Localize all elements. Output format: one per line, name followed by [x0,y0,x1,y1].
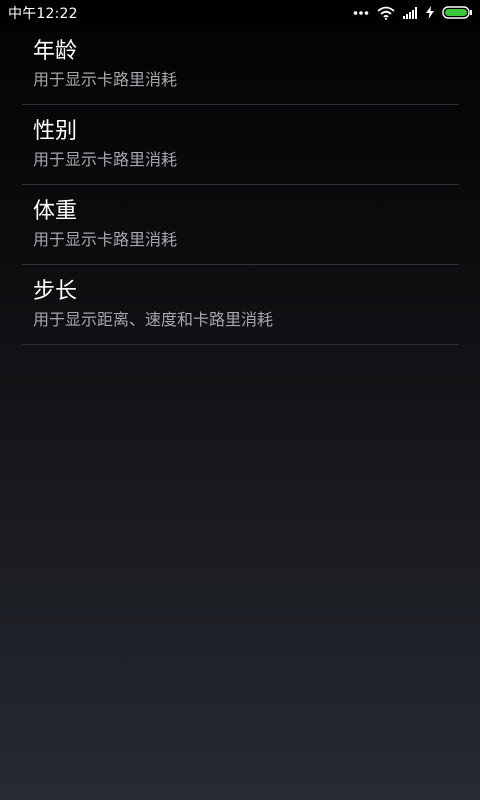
charging-icon [426,6,434,19]
preference-age[interactable]: 年龄 用于显示卡路里消耗 [22,25,459,105]
preference-summary: 用于显示卡路里消耗 [33,150,178,169]
status-icons [353,0,472,25]
battery-icon [442,6,472,19]
settings-list: 年龄 用于显示卡路里消耗 性别 用于显示卡路里消耗 体重 用于显示卡路里消耗 步… [22,25,459,345]
preference-stride-length[interactable]: 步长 用于显示距离、速度和卡路里消耗 [22,265,459,345]
preference-title: 体重 [33,199,78,224]
preference-title: 性别 [33,119,78,144]
status-time: 中午12:22 [8,5,78,22]
preference-summary: 用于显示卡路里消耗 [33,230,178,249]
preference-summary: 用于显示距离、速度和卡路里消耗 [33,310,274,329]
wifi-icon [377,6,395,20]
preference-gender[interactable]: 性别 用于显示卡路里消耗 [22,105,459,185]
more-dots-icon [353,10,369,16]
preference-summary: 用于显示卡路里消耗 [33,70,178,89]
status-bar: 中午12:22 [0,0,480,25]
preference-title: 年龄 [33,39,78,64]
preference-title: 步长 [33,279,78,304]
signal-icon [403,6,418,19]
preference-weight[interactable]: 体重 用于显示卡路里消耗 [22,185,459,265]
